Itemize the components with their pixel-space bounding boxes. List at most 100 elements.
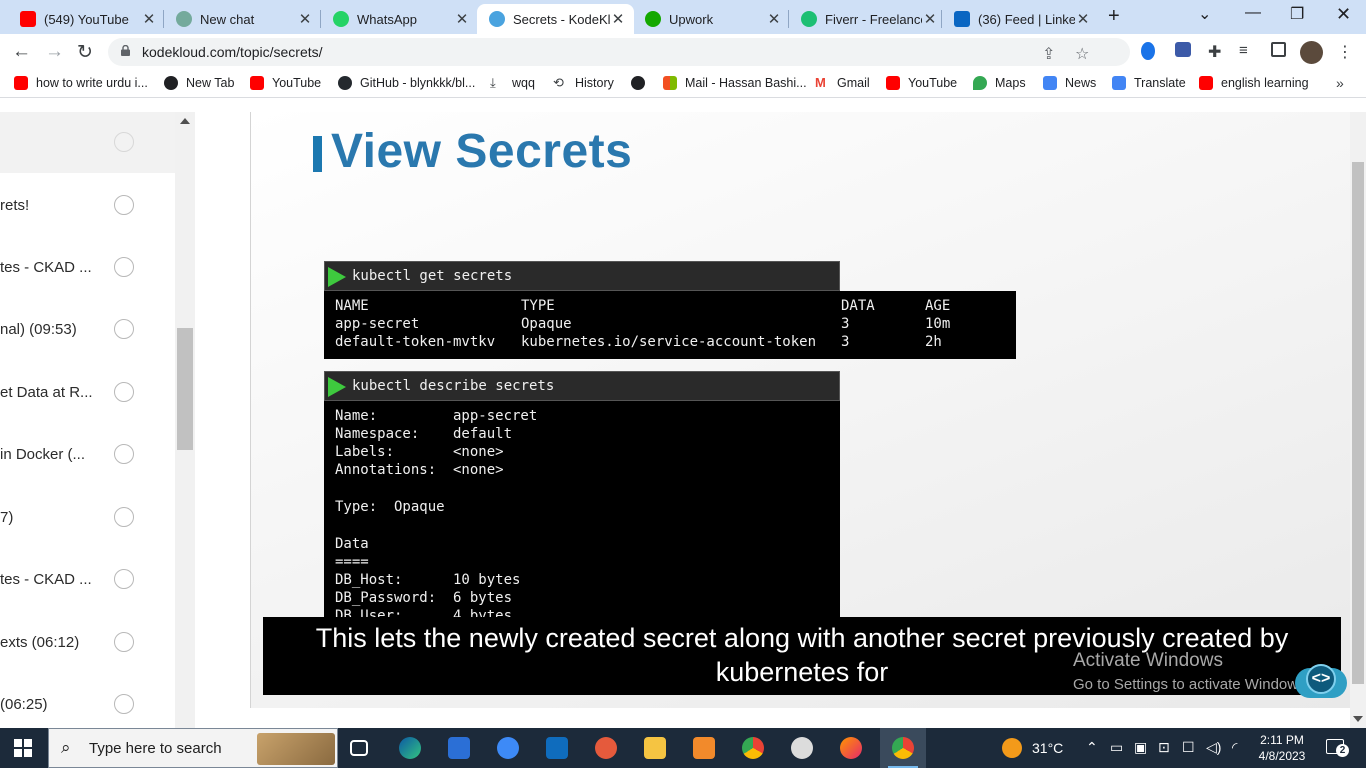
completion-circle-icon[interactable] <box>114 444 134 464</box>
close-icon[interactable]: ✕ <box>766 10 782 28</box>
tab-upwork[interactable]: Upwork ✕ <box>633 4 790 34</box>
completion-circle-icon[interactable] <box>114 195 134 215</box>
display-icon[interactable]: ▣ <box>1134 739 1147 756</box>
mail-icon[interactable] <box>546 737 568 759</box>
tab-linkedin[interactable]: (36) Feed | Linked ✕ <box>942 4 1099 34</box>
lesson-item[interactable]: nal) (09:53) <box>0 311 175 351</box>
reload-button[interactable]: ↻ <box>77 41 93 64</box>
microsoft-store-icon[interactable] <box>448 737 470 759</box>
file-explorer-icon[interactable] <box>644 737 666 759</box>
browser-menu-icon[interactable]: ⋮ <box>1337 42 1353 62</box>
address-bar[interactable]: kodekloud.com/topic/secrets/ ⇪ ☆ <box>108 38 1130 66</box>
tab-fiverr[interactable]: Fiverr - Freelance ✕ <box>789 4 946 34</box>
close-icon[interactable]: ✕ <box>141 10 157 28</box>
download-extension-icon[interactable] <box>1175 42 1191 57</box>
new-tab-button[interactable]: + <box>1108 5 1120 28</box>
usb-icon[interactable]: ⊡ <box>1158 739 1170 756</box>
volume-icon[interactable]: ◁) <box>1206 739 1221 756</box>
scroll-up-icon[interactable] <box>180 118 190 124</box>
close-icon[interactable]: ✕ <box>922 10 938 28</box>
lesson-item[interactable]: 7) <box>0 499 175 539</box>
bookmark-star-icon[interactable]: ☆ <box>1075 44 1089 64</box>
completion-circle-icon[interactable] <box>114 632 134 652</box>
completion-circle-icon[interactable] <box>114 257 134 277</box>
tab-secrets-kodekloud[interactable]: Secrets - KodeKlo ✕ <box>477 4 634 34</box>
video-player[interactable]: View Secrets kubectl get secrets NAME TY… <box>250 112 1350 708</box>
side-panel-icon[interactable] <box>1271 42 1286 57</box>
tab-new-chat[interactable]: New chat ✕ <box>164 4 321 34</box>
sidebar-scrollbar[interactable] <box>175 112 195 728</box>
completion-circle-icon[interactable] <box>114 132 134 152</box>
lesson-item[interactable]: rets! <box>0 187 175 227</box>
bookmark-item[interactable]: GitHub - blynkkk/bl... <box>338 76 475 90</box>
taskbar-search-box[interactable]: ⌕ Type here to search <box>48 728 338 768</box>
bookmark-item[interactable]: ⟲ History <box>553 76 614 91</box>
completion-circle-icon[interactable] <box>114 569 134 589</box>
close-icon[interactable]: ✕ <box>610 10 626 28</box>
bookmark-item[interactable]: YouTube <box>886 76 957 90</box>
close-icon[interactable]: ✕ <box>297 10 313 28</box>
obs-icon[interactable] <box>791 737 813 759</box>
profile-avatar[interactable] <box>1300 41 1323 64</box>
lesson-item[interactable]: (06:25) <box>0 686 175 726</box>
snip-icon[interactable] <box>595 737 617 759</box>
scrollbar-thumb[interactable] <box>177 328 193 450</box>
page-scrollbar[interactable] <box>1350 112 1366 728</box>
close-icon[interactable]: ✕ <box>454 10 470 28</box>
completion-circle-icon[interactable] <box>114 319 134 339</box>
hardware-icon[interactable]: ▭ <box>1110 739 1123 756</box>
system-clock[interactable]: 2:11 PM 4/8/2023 <box>1250 732 1314 764</box>
bookmark-item[interactable]: english learning <box>1199 76 1309 90</box>
lesson-item[interactable]: exts (06:12) <box>0 624 175 664</box>
edge-icon[interactable] <box>399 737 421 759</box>
completion-circle-icon[interactable] <box>114 507 134 527</box>
tab-whatsapp[interactable]: WhatsApp ✕ <box>321 4 478 34</box>
bookmark-item[interactable]: History <box>631 76 653 90</box>
microphone-extension-icon[interactable] <box>1141 42 1155 60</box>
scroll-down-icon[interactable] <box>1353 716 1363 722</box>
extensions-puzzle-icon[interactable]: ✚ <box>1208 42 1226 61</box>
notification-center-icon[interactable]: 2 <box>1326 739 1349 757</box>
forward-button[interactable]: → <box>45 41 64 63</box>
window-close-button[interactable]: ✕ <box>1336 4 1351 25</box>
bookmark-item[interactable]: Translate <box>1112 76 1186 90</box>
weather-sun-icon[interactable] <box>1002 738 1022 758</box>
lesson-item[interactable]: in Docker (... <box>0 436 175 476</box>
wifi-icon[interactable]: ◜ <box>1232 739 1237 756</box>
close-icon[interactable]: ✕ <box>1075 10 1091 28</box>
completion-circle-icon[interactable] <box>114 382 134 402</box>
bookmark-item[interactable]: Mail - Hassan Bashi... <box>663 76 807 90</box>
bookmark-item[interactable]: YouTube <box>250 76 321 90</box>
lesson-item[interactable]: tes - CKAD ... <box>0 249 175 289</box>
chrome-icon[interactable] <box>742 737 764 759</box>
skype-icon[interactable] <box>497 737 519 759</box>
back-button[interactable]: ← <box>12 41 31 63</box>
task-view-icon[interactable] <box>350 740 368 756</box>
onedrive-icon[interactable]: ☐ <box>1182 739 1195 756</box>
more-bookmarks-icon[interactable]: » <box>1336 75 1344 91</box>
lesson-item[interactable]: et Data at R... <box>0 374 175 414</box>
firefox-icon[interactable] <box>840 737 862 759</box>
bookmark-item[interactable]: how to write urdu i... <box>14 76 148 90</box>
scrollbar-thumb[interactable] <box>1352 162 1364 684</box>
code-widget-button[interactable]: <> <box>1295 664 1347 698</box>
windows-start-button[interactable] <box>14 739 32 757</box>
bookmark-item[interactable]: ⤓ wqq <box>490 76 535 91</box>
active-chrome-task[interactable] <box>880 728 926 768</box>
lesson-item[interactable]: tes - CKAD ... <box>0 561 175 601</box>
url-text[interactable]: kodekloud.com/topic/secrets/ <box>142 44 323 60</box>
weather-temperature[interactable]: 31°C <box>1032 740 1063 756</box>
tab-search-icon[interactable]: ⌄ <box>1198 4 1211 24</box>
tab-youtube[interactable]: (549) YouTube ✕ <box>8 4 165 34</box>
minimize-button[interactable]: — <box>1245 4 1261 22</box>
sidebar-current-item[interactable] <box>0 112 175 173</box>
share-icon[interactable]: ⇪ <box>1042 44 1055 64</box>
bookmark-item[interactable]: News <box>1043 76 1096 90</box>
bookmark-item[interactable]: M Gmail <box>815 76 870 91</box>
completion-circle-icon[interactable] <box>114 694 134 714</box>
restore-button[interactable]: ❐ <box>1290 4 1304 24</box>
bookmark-item[interactable]: Maps <box>973 76 1026 90</box>
media-control-icon[interactable]: ≡ <box>1239 42 1257 60</box>
settings-app-icon[interactable] <box>693 737 715 759</box>
bookmark-item[interactable]: New Tab <box>164 76 234 90</box>
